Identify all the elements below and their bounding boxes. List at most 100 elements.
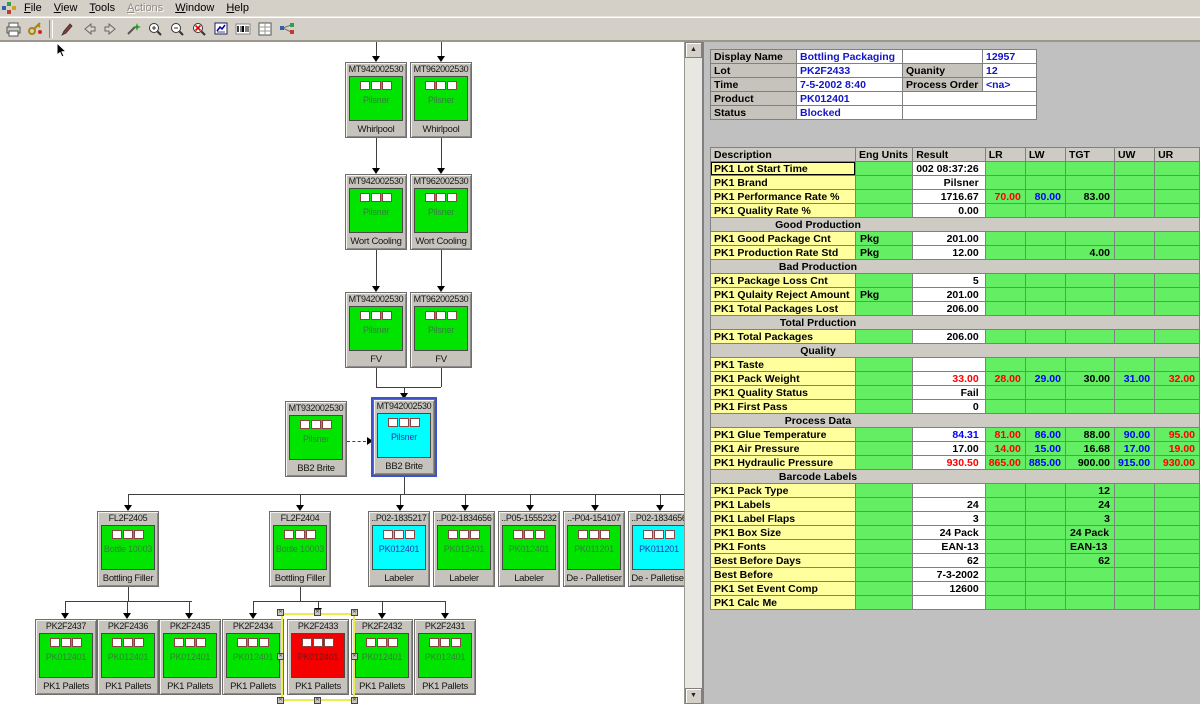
cell-tgt[interactable]: 24 Pack xyxy=(1065,526,1114,540)
cell-result[interactable]: EAN-13 xyxy=(913,540,985,554)
cell-uw[interactable] xyxy=(1114,554,1154,568)
cell-ur[interactable] xyxy=(1155,246,1200,260)
node-fl2f2405[interactable]: FL2F2405Bottle 10003Bottling Filler xyxy=(97,511,159,587)
cell-description[interactable]: PK1 Labels xyxy=(711,498,856,512)
cell-result[interactable]: 206.00 xyxy=(913,330,985,344)
node-mt962002530[interactable]: MT962002530PilsnerFV xyxy=(410,292,472,368)
cell-tgt[interactable]: 30.00 xyxy=(1065,372,1114,386)
cell-tgt[interactable] xyxy=(1065,582,1114,596)
cell-lr[interactable] xyxy=(985,498,1025,512)
grid-icon[interactable] xyxy=(254,19,276,39)
cell-uw[interactable] xyxy=(1114,288,1154,302)
cell-lr[interactable]: 14.00 xyxy=(985,442,1025,456)
cell-eng-units[interactable] xyxy=(855,526,912,540)
cell-tgt[interactable] xyxy=(1065,288,1114,302)
cell-lw[interactable]: 80.00 xyxy=(1025,190,1065,204)
cell-ur[interactable]: 19.00 xyxy=(1155,442,1200,456)
cell-uw[interactable]: 31.00 xyxy=(1114,372,1154,386)
node-mt942002530[interactable]: MT942002530PilsnerWhirlpool xyxy=(345,62,407,138)
cell-eng-units[interactable] xyxy=(855,386,912,400)
cell-eng-units[interactable]: Pkg xyxy=(855,288,912,302)
cell-ur[interactable] xyxy=(1155,288,1200,302)
cell-eng-units[interactable] xyxy=(855,484,912,498)
cell-result[interactable]: 24 Pack xyxy=(913,526,985,540)
cell-lw[interactable] xyxy=(1025,386,1065,400)
cell-description[interactable]: PK1 Set Event Comp xyxy=(711,582,856,596)
node-mt942002530[interactable]: MT942002530PilsnerBB2 Brite xyxy=(373,399,435,475)
cell-result[interactable]: 17.00 xyxy=(913,442,985,456)
genealogy-icon[interactable] xyxy=(276,19,298,39)
cell-eng-units[interactable]: Pkg xyxy=(855,246,912,260)
cell-uw[interactable] xyxy=(1114,498,1154,512)
cell-tgt[interactable] xyxy=(1065,176,1114,190)
cell-description[interactable]: PK1 Fonts xyxy=(711,540,856,554)
cell-ur[interactable] xyxy=(1155,358,1200,372)
cell-result[interactable]: 201.00 xyxy=(913,288,985,302)
cell-result[interactable] xyxy=(913,484,985,498)
cell-tgt[interactable]: 12 xyxy=(1065,484,1114,498)
cell-ur[interactable] xyxy=(1155,274,1200,288)
print-icon[interactable] xyxy=(2,19,24,39)
cell-description[interactable]: PK1 Lot Start Time xyxy=(711,162,856,176)
menu-help[interactable]: Help xyxy=(220,1,255,15)
zoom-reset-icon[interactable] xyxy=(188,19,210,39)
cell-eng-units[interactable] xyxy=(855,190,912,204)
cell-lr[interactable] xyxy=(985,358,1025,372)
node-pk2f2435[interactable]: PK2F2435PK012401PK1 Pallets xyxy=(159,619,221,695)
cell-eng-units[interactable] xyxy=(855,428,912,442)
cell-eng-units[interactable] xyxy=(855,596,912,610)
cell-ur[interactable] xyxy=(1155,526,1200,540)
cell-description[interactable]: PK1 Taste xyxy=(711,358,856,372)
cell-lr[interactable]: 81.00 xyxy=(985,428,1025,442)
cell-description[interactable]: Best Before xyxy=(711,568,856,582)
cell-eng-units[interactable] xyxy=(855,330,912,344)
cell-ur[interactable] xyxy=(1155,498,1200,512)
node-fl2f2404[interactable]: FL2F2404Bottle 10003Bottling Filler xyxy=(269,511,331,587)
cell-uw[interactable] xyxy=(1114,386,1154,400)
cell-lr[interactable] xyxy=(985,274,1025,288)
cell-tgt[interactable] xyxy=(1065,232,1114,246)
cell-lw[interactable] xyxy=(1025,330,1065,344)
cell-lr[interactable] xyxy=(985,582,1025,596)
cell-ur[interactable] xyxy=(1155,190,1200,204)
cell-ur[interactable]: 930.00 xyxy=(1155,456,1200,470)
node-pk2f2431[interactable]: PK2F2431PK012401PK1 Pallets xyxy=(414,619,476,695)
cell-lr[interactable] xyxy=(985,204,1025,218)
cell-description[interactable]: PK1 Pack Type xyxy=(711,484,856,498)
cell-uw[interactable] xyxy=(1114,246,1154,260)
cell-tgt[interactable] xyxy=(1065,358,1114,372)
cell-lr[interactable] xyxy=(985,302,1025,316)
cell-lw[interactable] xyxy=(1025,498,1065,512)
cell-lw[interactable] xyxy=(1025,568,1065,582)
node-p021835217[interactable]: ..P02-1835217PK012401Labeler xyxy=(368,511,430,587)
cell-result[interactable]: 206.00 xyxy=(913,302,985,316)
cell-lw[interactable]: 885.00 xyxy=(1025,456,1065,470)
cell-lr[interactable] xyxy=(985,526,1025,540)
cell-tgt[interactable]: 900.00 xyxy=(1065,456,1114,470)
cell-ur[interactable] xyxy=(1155,554,1200,568)
cell-lw[interactable]: 86.00 xyxy=(1025,428,1065,442)
cell-description[interactable]: PK1 Quality Rate % xyxy=(711,204,856,218)
cell-ur[interactable] xyxy=(1155,232,1200,246)
cell-eng-units[interactable] xyxy=(855,582,912,596)
cell-lw[interactable] xyxy=(1025,596,1065,610)
menu-tools[interactable]: Tools xyxy=(83,1,121,15)
node-p051555232[interactable]: ..P05-1555232PK012401Labeler xyxy=(498,511,560,587)
cell-eng-units[interactable] xyxy=(855,540,912,554)
cell-description[interactable]: PK1 Label Flaps xyxy=(711,512,856,526)
cell-ur[interactable]: 32.00 xyxy=(1155,372,1200,386)
cell-result[interactable] xyxy=(913,358,985,372)
cell-description[interactable]: PK1 Production Rate Std xyxy=(711,246,856,260)
cell-lw[interactable] xyxy=(1025,358,1065,372)
cell-uw[interactable] xyxy=(1114,526,1154,540)
cell-lw[interactable] xyxy=(1025,204,1065,218)
cell-tgt[interactable]: 83.00 xyxy=(1065,190,1114,204)
cell-result[interactable]: 0.00 xyxy=(913,204,985,218)
node-pk2f2432[interactable]: PK2F2432PK012401PK1 Pallets xyxy=(351,619,413,695)
cell-eng-units[interactable]: Pkg xyxy=(855,232,912,246)
key-icon[interactable] xyxy=(24,19,46,39)
cell-lw[interactable] xyxy=(1025,288,1065,302)
cell-lr[interactable] xyxy=(985,400,1025,414)
cell-lr[interactable] xyxy=(985,232,1025,246)
cell-uw[interactable] xyxy=(1114,596,1154,610)
